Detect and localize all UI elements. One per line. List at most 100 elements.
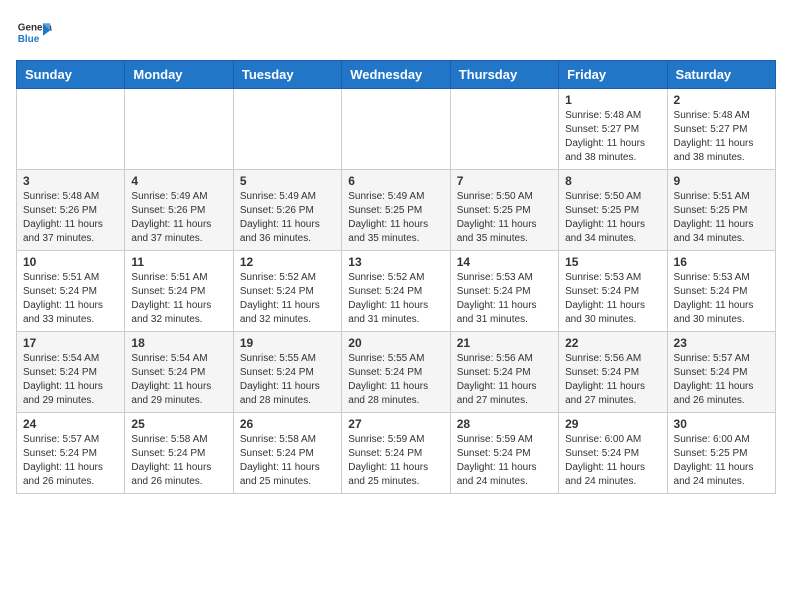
day-cell: 23 Sunrise: 5:57 AM Sunset: 5:24 PM Dayli… (667, 332, 775, 413)
day-number: 25 (131, 417, 226, 431)
svg-text:Blue: Blue (18, 34, 40, 45)
day-info: Sunrise: 5:49 AM Sunset: 5:26 PM Dayligh… (240, 190, 335, 246)
day-number: 11 (131, 255, 226, 269)
day-cell: 22 Sunrise: 5:56 AM Sunset: 5:24 PM Dayli… (559, 332, 667, 413)
day-cell (450, 89, 558, 170)
day-number: 14 (457, 255, 552, 269)
header: General Blue (16, 16, 776, 52)
weekday-header-tuesday: Tuesday (233, 61, 341, 89)
day-cell: 27Sunrise: 5:59 AM Sunset: 5:24 PM Dayli… (342, 413, 450, 494)
day-number: 13 (348, 255, 443, 269)
day-info: Sunrise: 5:55 AM Sunset: 5:24 PM Dayligh… (348, 352, 443, 408)
day-info: Sunrise: 6:00 AM Sunset: 5:24 PM Dayligh… (565, 433, 660, 489)
weekday-header-thursday: Thursday (450, 61, 558, 89)
weekday-header-row: SundayMondayTuesdayWednesdayThursdayFrid… (17, 61, 776, 89)
day-cell: 11 Sunrise: 5:51 AM Sunset: 5:24 PM Dayli… (125, 251, 233, 332)
day-number: 20 (348, 336, 443, 350)
day-info: Sunrise: 5:48 AM Sunset: 5:26 PM Dayligh… (23, 190, 118, 246)
week-row-2: 3Sunrise: 5:48 AM Sunset: 5:26 PM Daylig… (17, 170, 776, 251)
day-number: 22 (565, 336, 660, 350)
day-cell: 4 Sunrise: 5:49 AM Sunset: 5:26 PM Daylig… (125, 170, 233, 251)
day-cell: 21 Sunrise: 5:56 AM Sunset: 5:24 PM Dayli… (450, 332, 558, 413)
day-number: 10 (23, 255, 118, 269)
day-info: Sunrise: 5:58 AM Sunset: 5:24 PM Dayligh… (131, 433, 226, 489)
day-number: 1 (565, 93, 660, 107)
day-cell (342, 89, 450, 170)
day-info: Sunrise: 5:48 AM Sunset: 5:27 PM Dayligh… (674, 109, 769, 165)
day-info: Sunrise: 5:56 AM Sunset: 5:24 PM Dayligh… (565, 352, 660, 408)
day-number: 6 (348, 174, 443, 188)
day-cell: 6Sunrise: 5:49 AM Sunset: 5:25 PM Daylig… (342, 170, 450, 251)
day-number: 30 (674, 417, 769, 431)
weekday-header-wednesday: Wednesday (342, 61, 450, 89)
day-cell: 29 Sunrise: 6:00 AM Sunset: 5:24 PM Dayli… (559, 413, 667, 494)
day-number: 5 (240, 174, 335, 188)
day-number: 21 (457, 336, 552, 350)
day-info: Sunrise: 5:53 AM Sunset: 5:24 PM Dayligh… (565, 271, 660, 327)
day-number: 26 (240, 417, 335, 431)
calendar-table: SundayMondayTuesdayWednesdayThursdayFrid… (16, 60, 776, 494)
day-cell: 26 Sunrise: 5:58 AM Sunset: 5:24 PM Dayli… (233, 413, 341, 494)
day-number: 9 (674, 174, 769, 188)
day-number: 23 (674, 336, 769, 350)
week-row-4: 17 Sunrise: 5:54 AM Sunset: 5:24 PM Dayli… (17, 332, 776, 413)
day-number: 7 (457, 174, 552, 188)
day-info: Sunrise: 5:57 AM Sunset: 5:24 PM Dayligh… (23, 433, 118, 489)
day-cell: 16 Sunrise: 5:53 AM Sunset: 5:24 PM Dayli… (667, 251, 775, 332)
day-info: Sunrise: 5:58 AM Sunset: 5:24 PM Dayligh… (240, 433, 335, 489)
day-info: Sunrise: 5:59 AM Sunset: 5:24 PM Dayligh… (457, 433, 552, 489)
day-info: Sunrise: 5:52 AM Sunset: 5:24 PM Dayligh… (348, 271, 443, 327)
day-info: Sunrise: 5:55 AM Sunset: 5:24 PM Dayligh… (240, 352, 335, 408)
day-number: 17 (23, 336, 118, 350)
logo-icon: General Blue (16, 16, 52, 52)
day-info: Sunrise: 5:49 AM Sunset: 5:26 PM Dayligh… (131, 190, 226, 246)
day-number: 29 (565, 417, 660, 431)
page: General Blue SundayMondayTuesdayWednesda… (0, 0, 792, 510)
day-info: Sunrise: 5:53 AM Sunset: 5:24 PM Dayligh… (457, 271, 552, 327)
day-cell: 25 Sunrise: 5:58 AM Sunset: 5:24 PM Dayli… (125, 413, 233, 494)
weekday-header-sunday: Sunday (17, 61, 125, 89)
weekday-header-friday: Friday (559, 61, 667, 89)
day-cell: 20 Sunrise: 5:55 AM Sunset: 5:24 PM Dayli… (342, 332, 450, 413)
day-cell: 13 Sunrise: 5:52 AM Sunset: 5:24 PM Dayli… (342, 251, 450, 332)
day-cell (233, 89, 341, 170)
day-number: 19 (240, 336, 335, 350)
week-row-5: 24 Sunrise: 5:57 AM Sunset: 5:24 PM Dayli… (17, 413, 776, 494)
day-info: Sunrise: 5:59 AM Sunset: 5:24 PM Dayligh… (348, 433, 443, 489)
logo: General Blue (16, 16, 52, 52)
day-info: Sunrise: 5:51 AM Sunset: 5:24 PM Dayligh… (131, 271, 226, 327)
day-cell: 5 Sunrise: 5:49 AM Sunset: 5:26 PM Daylig… (233, 170, 341, 251)
day-cell: 2Sunrise: 5:48 AM Sunset: 5:27 PM Daylig… (667, 89, 775, 170)
day-cell: 1Sunrise: 5:48 AM Sunset: 5:27 PM Daylig… (559, 89, 667, 170)
day-info: Sunrise: 5:51 AM Sunset: 5:24 PM Dayligh… (23, 271, 118, 327)
day-info: Sunrise: 5:57 AM Sunset: 5:24 PM Dayligh… (674, 352, 769, 408)
day-cell: 30 Sunrise: 6:00 AM Sunset: 5:25 PM Dayli… (667, 413, 775, 494)
day-cell: 18Sunrise: 5:54 AM Sunset: 5:24 PM Dayli… (125, 332, 233, 413)
day-cell (125, 89, 233, 170)
day-number: 8 (565, 174, 660, 188)
day-info: Sunrise: 5:50 AM Sunset: 5:25 PM Dayligh… (457, 190, 552, 246)
day-info: Sunrise: 5:52 AM Sunset: 5:24 PM Dayligh… (240, 271, 335, 327)
day-number: 24 (23, 417, 118, 431)
day-cell: 10 Sunrise: 5:51 AM Sunset: 5:24 PM Dayli… (17, 251, 125, 332)
week-row-1: 1 Sunrise: 5:48 AM Sunset: 5:27 PM Daylig… (17, 89, 776, 170)
day-info: Sunrise: 5:51 AM Sunset: 5:25 PM Dayligh… (674, 190, 769, 246)
day-number: 16 (674, 255, 769, 269)
day-info: Sunrise: 5:50 AM Sunset: 5:25 PM Dayligh… (565, 190, 660, 246)
day-cell: 8 Sunrise: 5:50 AM Sunset: 5:25 PM Daylig… (559, 170, 667, 251)
day-info: Sunrise: 5:54 AM Sunset: 5:24 PM Dayligh… (23, 352, 118, 408)
day-cell: 28 Sunrise: 5:59 AM Sunset: 5:24 PM Dayli… (450, 413, 558, 494)
day-cell: 12Sunrise: 5:52 AM Sunset: 5:24 PM Dayli… (233, 251, 341, 332)
day-number: 28 (457, 417, 552, 431)
day-cell: 19 Sunrise: 5:55 AM Sunset: 5:24 PM Dayli… (233, 332, 341, 413)
day-number: 4 (131, 174, 226, 188)
day-info: Sunrise: 5:56 AM Sunset: 5:24 PM Dayligh… (457, 352, 552, 408)
day-info: Sunrise: 5:54 AM Sunset: 5:24 PM Dayligh… (131, 352, 226, 408)
weekday-header-monday: Monday (125, 61, 233, 89)
weekday-header-saturday: Saturday (667, 61, 775, 89)
day-cell: 24 Sunrise: 5:57 AM Sunset: 5:24 PM Dayli… (17, 413, 125, 494)
day-info: Sunrise: 5:53 AM Sunset: 5:24 PM Dayligh… (674, 271, 769, 327)
day-cell: 17 Sunrise: 5:54 AM Sunset: 5:24 PM Dayli… (17, 332, 125, 413)
day-info: Sunrise: 6:00 AM Sunset: 5:25 PM Dayligh… (674, 433, 769, 489)
day-cell (17, 89, 125, 170)
